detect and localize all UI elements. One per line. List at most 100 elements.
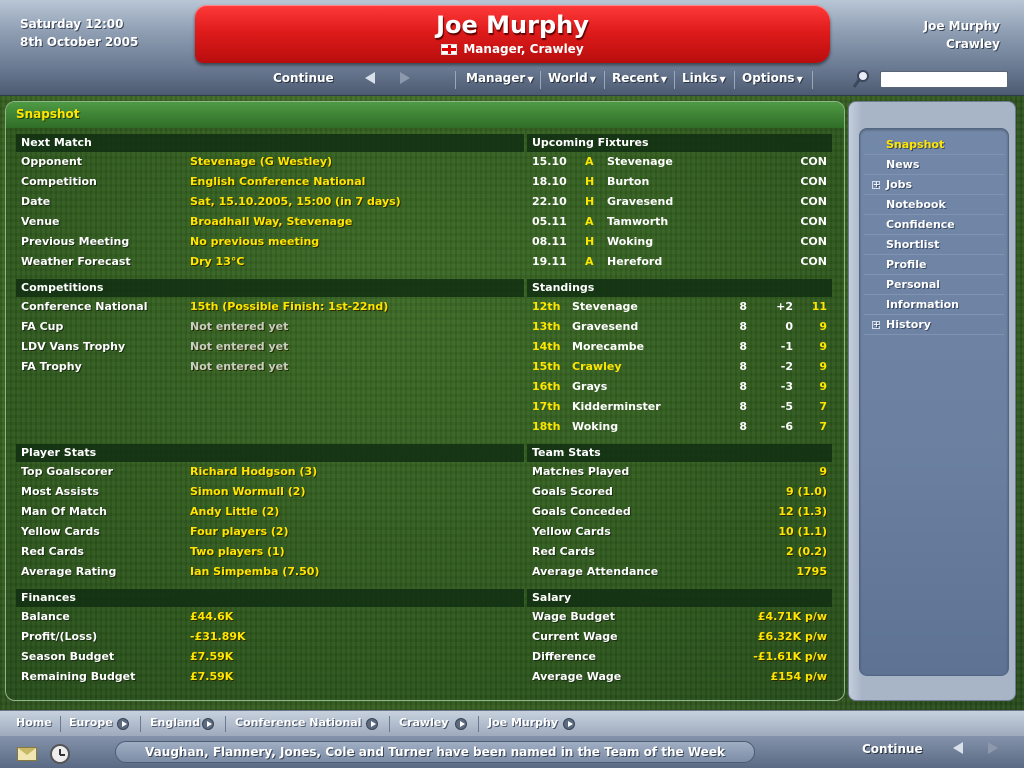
sidebar-item-news[interactable]: News bbox=[864, 155, 1004, 175]
mail-icon[interactable] bbox=[17, 747, 37, 761]
standings-row[interactable]: 15th Crawley 8 -2 9 bbox=[527, 357, 832, 377]
table-row[interactable]: Season Budget £7.59K bbox=[16, 647, 524, 667]
table-row[interactable]: Venue Broadhall Way, Stevenage bbox=[16, 212, 524, 232]
fixture-venue-type: H bbox=[585, 235, 595, 248]
breadcrumb-manager[interactable]: Joe Murphy bbox=[488, 716, 558, 729]
menu-recent[interactable]: Recent ▼ bbox=[612, 71, 667, 85]
sidebar-menu: Snapshot News + Jobs Notebook Confidence … bbox=[859, 128, 1009, 676]
breadcrumb-competition[interactable]: Conference National bbox=[235, 716, 361, 729]
table-row[interactable]: FA Trophy Not entered yet bbox=[16, 357, 524, 377]
forward-arrow-icon[interactable] bbox=[400, 72, 410, 84]
back-arrow-icon[interactable] bbox=[953, 742, 963, 754]
table-row[interactable]: Yellow Cards Four players (2) bbox=[16, 522, 524, 542]
standings-row[interactable]: 13th Gravesend 8 0 9 bbox=[527, 317, 832, 337]
table-row[interactable]: Yellow Cards 10 (1.1) bbox=[527, 522, 832, 542]
row-value: Not entered yet bbox=[190, 340, 289, 353]
table-row[interactable]: Average Attendance 1795 bbox=[527, 562, 832, 582]
sidebar-item-information[interactable]: Information bbox=[864, 295, 1004, 315]
chevron-right-icon[interactable] bbox=[117, 718, 129, 730]
table-row[interactable]: Matches Played 9 bbox=[527, 462, 832, 482]
fixture-row[interactable]: 18.10 H Burton CON bbox=[527, 172, 832, 192]
table-row[interactable]: Most Assists Simon Wormull (2) bbox=[16, 482, 524, 502]
fixture-row[interactable]: 08.11 H Woking CON bbox=[527, 232, 832, 252]
table-row[interactable]: LDV Vans Trophy Not entered yet bbox=[16, 337, 524, 357]
standing-goal-diff: -3 bbox=[780, 380, 793, 393]
next-match-section: Next Match Opponent Stevenage (G Westley)… bbox=[16, 134, 524, 272]
standings-row[interactable]: 17th Kidderminster 8 -5 7 bbox=[527, 397, 832, 417]
sidebar-item-profile[interactable]: Profile bbox=[864, 255, 1004, 275]
standing-team: Kidderminster bbox=[572, 400, 661, 413]
table-row[interactable]: Conference National 15th (Possible Finish… bbox=[16, 297, 524, 317]
search-icon[interactable] bbox=[852, 69, 870, 89]
search-input[interactable] bbox=[880, 71, 1008, 88]
continue-button[interactable]: Continue bbox=[273, 71, 334, 85]
table-row[interactable]: Competition English Conference National bbox=[16, 172, 524, 192]
chevron-down-icon: ▼ bbox=[719, 75, 726, 84]
sidebar-item-history[interactable]: + History bbox=[864, 315, 1004, 335]
table-row[interactable]: Average Wage £154 p/w bbox=[527, 667, 832, 687]
menu-manager[interactable]: Manager ▼ bbox=[466, 71, 533, 85]
table-row[interactable]: Balance £44.6K bbox=[16, 607, 524, 627]
standing-team: Woking bbox=[572, 420, 619, 433]
forward-arrow-icon[interactable] bbox=[988, 742, 998, 754]
clock-icon[interactable] bbox=[50, 744, 70, 764]
table-row[interactable]: Wage Budget £4.71K p/w bbox=[527, 607, 832, 627]
breadcrumb-england[interactable]: England bbox=[150, 716, 200, 729]
sidebar-item-confidence[interactable]: Confidence bbox=[864, 215, 1004, 235]
user-info[interactable]: Joe Murphy Crawley bbox=[924, 17, 1000, 53]
sidebar-item-notebook[interactable]: Notebook bbox=[864, 195, 1004, 215]
sidebar-item-jobs[interactable]: + Jobs bbox=[864, 175, 1004, 195]
table-row[interactable]: Date Sat, 15.10.2005, 15:00 (in 7 days) bbox=[16, 192, 524, 212]
news-ticker[interactable]: Vaughan, Flannery, Jones, Cole and Turne… bbox=[115, 741, 755, 763]
menu-links[interactable]: Links ▼ bbox=[682, 71, 726, 85]
expand-icon[interactable]: + bbox=[872, 181, 880, 189]
sidebar-item-personal[interactable]: Personal bbox=[864, 275, 1004, 295]
fixture-date: 18.10 bbox=[532, 175, 567, 188]
section-header: Player Stats bbox=[16, 444, 524, 462]
section-header: Salary bbox=[527, 589, 832, 607]
standings-row[interactable]: 14th Morecambe 8 -1 9 bbox=[527, 337, 832, 357]
expand-icon[interactable]: + bbox=[872, 321, 880, 329]
chevron-right-icon[interactable] bbox=[366, 718, 378, 730]
section-header: Upcoming Fixtures bbox=[527, 134, 832, 152]
breadcrumb-club[interactable]: Crawley bbox=[399, 716, 448, 729]
standing-points: 9 bbox=[819, 360, 827, 373]
menu-world[interactable]: World ▼ bbox=[548, 71, 596, 85]
table-row[interactable]: FA Cup Not entered yet bbox=[16, 317, 524, 337]
menu-options[interactable]: Options ▼ bbox=[742, 71, 803, 85]
table-row[interactable]: Remaining Budget £7.59K bbox=[16, 667, 524, 687]
table-row[interactable]: Weather Forecast Dry 13°C bbox=[16, 252, 524, 272]
standing-position: 13th bbox=[532, 320, 561, 333]
standings-row[interactable]: 16th Grays 8 -3 9 bbox=[527, 377, 832, 397]
row-label: Yellow Cards bbox=[21, 525, 100, 538]
fixture-row[interactable]: 22.10 H Gravesend CON bbox=[527, 192, 832, 212]
table-row[interactable]: Current Wage £6.32K p/w bbox=[527, 627, 832, 647]
fixture-row[interactable]: 19.11 A Hereford CON bbox=[527, 252, 832, 272]
table-row[interactable]: Opponent Stevenage (G Westley) bbox=[16, 152, 524, 172]
table-row[interactable]: Top Goalscorer Richard Hodgson (3) bbox=[16, 462, 524, 482]
fixture-row[interactable]: 05.11 A Tamworth CON bbox=[527, 212, 832, 232]
standings-row[interactable]: 12th Stevenage 8 +2 11 bbox=[527, 297, 832, 317]
table-row[interactable]: Red Cards 2 (0.2) bbox=[527, 542, 832, 562]
table-row[interactable]: Profit/(Loss) -£31.89K bbox=[16, 627, 524, 647]
sidebar-item-shortlist[interactable]: Shortlist bbox=[864, 235, 1004, 255]
table-row[interactable]: Red Cards Two players (1) bbox=[16, 542, 524, 562]
continue-button-bottom[interactable]: Continue bbox=[862, 742, 923, 756]
sidebar-item-snapshot[interactable]: Snapshot bbox=[864, 135, 1004, 155]
breadcrumb-europe[interactable]: Europe bbox=[69, 716, 113, 729]
chevron-right-icon[interactable] bbox=[455, 718, 467, 730]
table-row[interactable]: Difference -£1.61K p/w bbox=[527, 647, 832, 667]
fixture-competition: CON bbox=[800, 155, 827, 168]
standings-row[interactable]: 18th Woking 8 -6 7 bbox=[527, 417, 832, 437]
breadcrumb-home[interactable]: Home bbox=[16, 716, 52, 729]
table-row[interactable]: Goals Scored 9 (1.0) bbox=[527, 482, 832, 502]
table-row[interactable]: Previous Meeting No previous meeting bbox=[16, 232, 524, 252]
chevron-right-icon[interactable] bbox=[563, 718, 575, 730]
chevron-right-icon[interactable] bbox=[202, 718, 214, 730]
table-row[interactable]: Average Rating Ian Simpemba (7.50) bbox=[16, 562, 524, 582]
fixture-row[interactable]: 15.10 A Stevenage CON bbox=[527, 152, 832, 172]
table-row[interactable]: Man Of Match Andy Little (2) bbox=[16, 502, 524, 522]
fixture-date: 19.11 bbox=[532, 255, 567, 268]
back-arrow-icon[interactable] bbox=[365, 72, 375, 84]
table-row[interactable]: Goals Conceded 12 (1.3) bbox=[527, 502, 832, 522]
